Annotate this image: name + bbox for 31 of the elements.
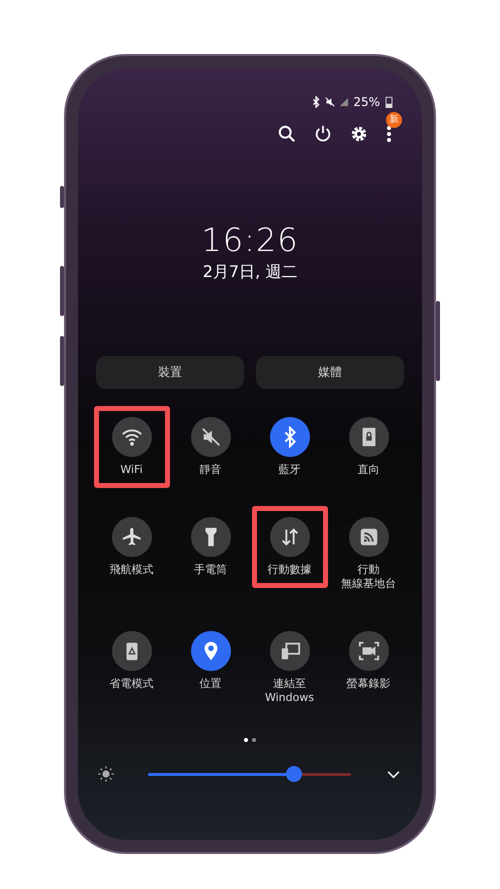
signal-icon (339, 96, 350, 108)
quick-setting-tile[interactable]: 連結至 Windows (252, 620, 328, 716)
quick-setting-tile[interactable]: 藍牙 (252, 406, 328, 488)
clock-date: 2月7日, 週二 (202, 262, 298, 282)
brightness-icon (98, 766, 114, 782)
quick-setting-tile[interactable]: WiFi (94, 406, 170, 488)
quick-setting-tile[interactable]: 直向 (330, 406, 406, 488)
new-badge: 新 (386, 112, 402, 128)
battery-percent: 25% (353, 95, 380, 109)
panel-button[interactable]: 裝置 (96, 356, 244, 389)
bluetooth-icon (311, 96, 322, 108)
settings-icon[interactable] (350, 125, 368, 143)
search-icon[interactable] (278, 125, 296, 143)
page-dot[interactable] (244, 738, 248, 742)
quick-setting-tile[interactable]: 省電模式 (94, 620, 170, 702)
more-icon[interactable] (386, 124, 392, 144)
quick-setting-tile[interactable]: 飛航模式 (94, 506, 170, 588)
mute-icon (325, 96, 336, 108)
quick-setting-tile[interactable]: 行動數據 (252, 506, 328, 588)
page-dot[interactable] (252, 738, 256, 742)
panel-button[interactable]: 媒體 (256, 356, 404, 389)
quick-setting-tile[interactable]: 行動 無線基地台 (330, 506, 406, 602)
quick-setting-tile[interactable]: 螢幕錄影 (330, 620, 406, 702)
battery-icon (384, 96, 394, 108)
chevron-down-icon[interactable] (387, 770, 400, 778)
power-icon[interactable] (314, 125, 332, 143)
brightness-slider[interactable] (148, 766, 351, 782)
quick-setting-tile[interactable]: 手電筒 (172, 506, 248, 588)
quick-setting-tile[interactable]: 靜音 (172, 406, 248, 488)
quick-setting-tile[interactable]: 位置 (172, 620, 248, 702)
clock-time: 16:26 (201, 222, 299, 258)
